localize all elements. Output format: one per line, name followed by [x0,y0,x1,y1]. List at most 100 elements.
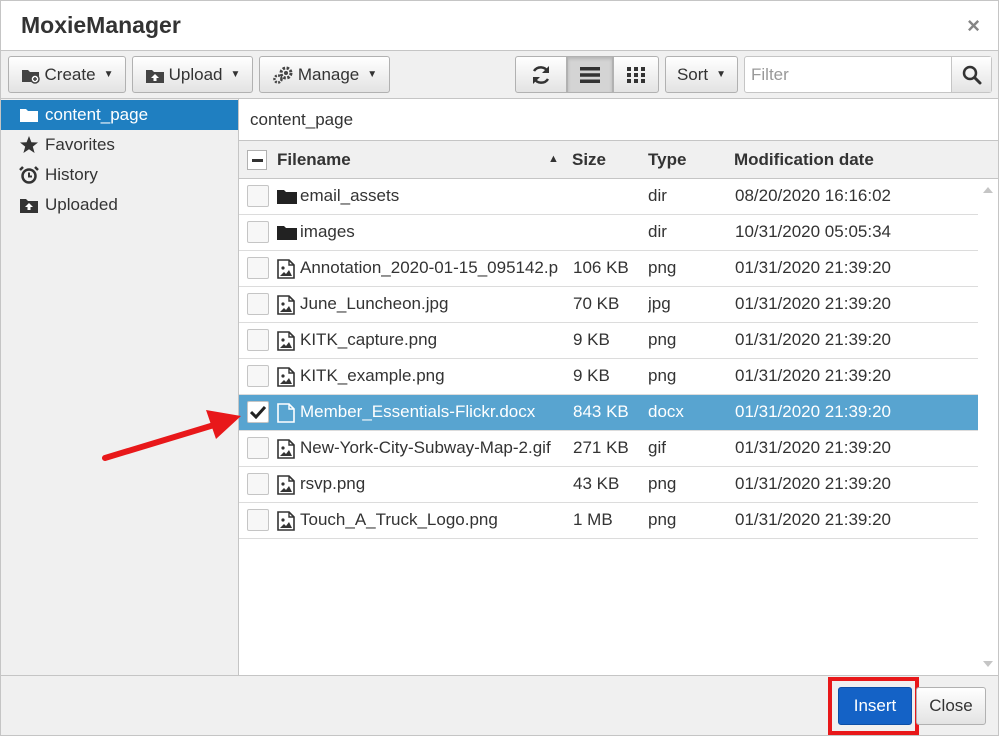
chevron-down-icon: ▼ [103,69,114,80]
create-label: Create [44,64,96,84]
row-modification-date: 01/31/2020 21:39:20 [735,438,891,457]
table-row[interactable]: Member_Essentials-Flickr.docx 843 KB docx 0… [239,395,978,431]
row-type: docx [648,402,684,421]
header-modification-date[interactable]: Modification date [734,150,874,170]
table-row[interactable]: Touch_A_Truck_Logo.png 1 MB png 01/31/2020 … [239,503,978,539]
header-filename[interactable]: Filename [277,150,351,170]
row-filename: Touch_A_Truck_Logo.png [300,510,498,529]
row-checkbox[interactable] [247,185,269,207]
document-file-icon [277,403,297,423]
row-type: png [648,474,677,493]
row-checkbox[interactable] [247,365,269,387]
table-row[interactable]: June_Luncheon.jpg 70 KB jpg 01/31/2020 21:3… [239,287,978,323]
header-type[interactable]: Type [648,150,686,170]
window-title: MoxieManager [21,12,181,38]
image-file-icon [277,331,297,351]
image-file-icon [277,511,297,531]
table-row[interactable]: rsvp.png 43 KB png 01/31/2020 21:39:20 [239,467,978,503]
row-size: 9 KB [573,366,610,385]
row-filename: June_Luncheon.jpg [300,294,449,313]
row-checkbox[interactable] [247,401,269,423]
row-checkbox[interactable] [247,221,269,243]
moxiemanager-dialog: MoxieManager × Create ▼ Upload ▼ Manage … [0,0,999,736]
refresh-button[interactable] [515,56,567,93]
row-checkbox[interactable] [247,437,269,459]
row-filename: email_assets [300,186,400,205]
sidebar: content_page Favorites History Uploaded [1,99,239,675]
row-size: 271 KB [573,438,629,457]
row-size: 843 KB [573,402,629,421]
row-type: jpg [648,294,671,313]
row-modification-date: 01/31/2020 21:39:20 [735,474,891,493]
table-row[interactable]: email_assets dir 08/20/2020 16:16:02 [239,179,978,215]
row-filename: Member_Essentials-Flickr.docx [300,402,536,421]
row-size: 106 KB [573,258,629,277]
upload-icon [20,199,38,213]
row-size: 70 KB [573,294,620,313]
refresh-icon [532,65,550,84]
row-checkbox[interactable] [247,293,269,315]
row-checkbox[interactable] [247,509,269,531]
insert-button[interactable]: Insert [838,687,912,725]
upload-button[interactable]: Upload ▼ [132,56,253,93]
sidebar-item-content-page[interactable]: content_page [1,100,238,130]
upload-label: Upload [168,64,223,84]
close-icon[interactable]: × [967,13,980,39]
sort-button[interactable]: Sort ▼ [665,56,738,93]
sidebar-item-label: Favorites [45,135,115,154]
grid-view-button[interactable] [613,56,659,93]
row-type: png [648,258,677,277]
search-button[interactable] [951,57,991,92]
chevron-down-icon: ▼ [230,69,241,80]
row-modification-date: 01/31/2020 21:39:20 [735,294,891,313]
row-size: 1 MB [573,510,613,529]
close-button[interactable]: Close [916,687,986,725]
row-checkbox[interactable] [247,473,269,495]
row-checkbox[interactable] [247,329,269,351]
table-row[interactable]: Annotation_2020-01-15_095142.p 106 KB png 0… [239,251,978,287]
sidebar-item-favorites[interactable]: Favorites [1,130,238,160]
row-filename: rsvp.png [300,474,366,493]
row-filename: KITK_example.png [300,366,445,385]
toolbar: Create ▼ Upload ▼ Manage ▼ Sort ▼ Filter [1,51,998,99]
row-checkbox[interactable] [247,257,269,279]
row-filename: New-York-City-Subway-Map-2.gif [300,438,551,457]
table-row[interactable]: KITK_capture.png 9 KB png 01/31/2020 21:39:… [239,323,978,359]
sidebar-item-uploaded[interactable]: Uploaded [1,190,238,220]
row-filename: KITK_capture.png [300,330,438,349]
chevron-down-icon: ▼ [367,69,378,80]
row-modification-date: 01/31/2020 21:39:20 [735,402,891,421]
row-type: dir [648,222,667,241]
row-type: gif [648,438,666,457]
alarm-clock-icon [19,166,39,184]
scroll-down-arrow[interactable] [983,661,993,667]
sidebar-item-history[interactable]: History [1,160,238,190]
filter-input[interactable] [745,57,951,92]
table-row[interactable]: New-York-City-Subway-Map-2.gif 271 KB gif 0… [239,431,978,467]
folder-icon [277,187,297,207]
image-file-icon [277,439,297,459]
table-row[interactable]: KITK_example.png 9 KB png 01/31/2020 21:39:… [239,359,978,395]
filter-box [744,56,992,93]
row-modification-date: 08/20/2020 16:16:02 [735,186,891,205]
manage-label: Manage [297,64,360,84]
sort-ascending-icon: ▲ [548,153,559,165]
scrollbar[interactable] [978,179,998,675]
row-modification-date: 01/31/2020 21:39:20 [735,258,891,277]
scroll-up-arrow[interactable] [983,187,993,193]
footer: Insert Close [1,675,998,735]
header-size[interactable]: Size [572,150,606,170]
create-button[interactable]: Create ▼ [8,56,126,93]
table-row[interactable]: images dir 10/31/2020 05:05:34 [239,215,978,251]
row-modification-date: 01/31/2020 21:39:20 [735,366,891,385]
row-filename: images [300,222,355,241]
sidebar-item-label: content_page [45,105,149,124]
folder-add-icon [21,69,40,84]
list-view-icon [580,66,600,83]
sidebar-item-label: History [45,165,98,184]
star-icon [20,136,38,153]
list-view-button[interactable] [567,56,613,93]
title-bar: MoxieManager × [1,1,998,51]
select-all-checkbox[interactable] [247,150,267,170]
manage-button[interactable]: Manage ▼ [259,56,390,93]
